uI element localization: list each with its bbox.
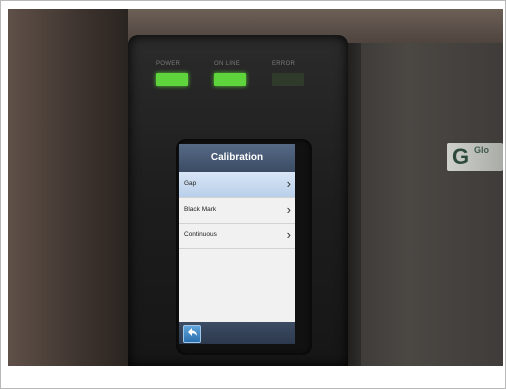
menu-item-continuous[interactable]: Continuous ›: [179, 223, 295, 249]
led-error: [272, 73, 304, 86]
led-label-online: ON LINE: [214, 61, 241, 67]
menu-item-label: Black Mark: [184, 206, 217, 213]
chevron-right-icon: ›: [286, 176, 291, 191]
brand-text: Glo: [474, 145, 489, 155]
chevron-right-icon: ›: [286, 202, 291, 217]
led-online: [214, 73, 246, 86]
image-frame: G Glo POWER ON LINE ERROR Calibration Ga…: [0, 0, 506, 389]
menu-item-gap[interactable]: Gap ›: [179, 172, 295, 198]
background-left: [8, 9, 128, 366]
screen-header: Calibration: [179, 144, 295, 172]
brand-logo-icon: G: [452, 144, 470, 169]
led-power: [156, 73, 188, 86]
back-arrow-icon[interactable]: [183, 325, 201, 343]
touchscreen: Calibration Gap › Black Mark › Continuou…: [179, 144, 295, 344]
screen-title: Calibration: [210, 152, 264, 163]
led-label-power: POWER: [156, 61, 181, 67]
menu-item-label: Continuous: [184, 231, 217, 238]
led-label-error: ERROR: [272, 61, 296, 67]
menu-item-black-mark[interactable]: Black Mark ›: [179, 198, 295, 224]
chevron-right-icon: ›: [286, 227, 291, 242]
back-arrow-glyph: [188, 328, 197, 336]
screen-footer: [179, 322, 295, 344]
menu-item-label: Gap: [184, 180, 197, 187]
printer-side-panel: [343, 43, 503, 366]
